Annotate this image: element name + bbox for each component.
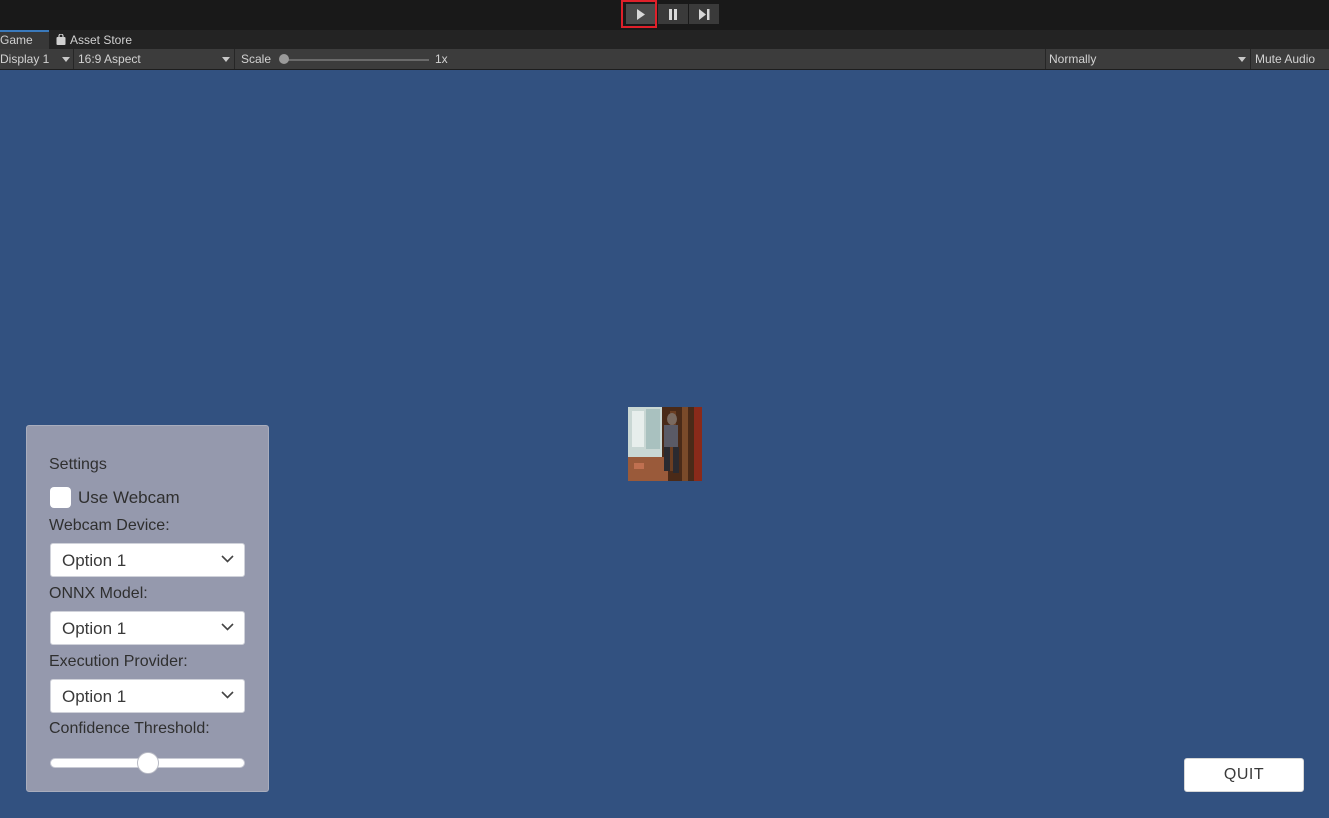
tab-asset-store-label: Asset Store bbox=[70, 32, 133, 47]
execution-provider-dropdown[interactable]: Option 1 bbox=[50, 679, 245, 713]
webcam-device-value: Option 1 bbox=[62, 551, 127, 570]
step-button[interactable] bbox=[689, 4, 719, 24]
divider bbox=[1045, 49, 1046, 69]
play-mode-label: Normally bbox=[1049, 52, 1097, 66]
display-dropdown-label: Display 1 bbox=[0, 52, 50, 66]
tab-bar: Game Asset Store bbox=[0, 30, 1329, 49]
chevron-down-icon bbox=[221, 691, 234, 699]
tab-game-label: Game bbox=[0, 33, 33, 47]
webcam-device-dropdown[interactable]: Option 1 bbox=[50, 543, 245, 577]
settings-title: Settings bbox=[49, 456, 107, 473]
divider bbox=[73, 49, 74, 69]
scale-slider-track[interactable] bbox=[284, 59, 429, 61]
play-mode-dropdown[interactable]: Normally bbox=[1049, 49, 1249, 69]
game-view-toolbar: Display 1 16:9 Aspect Scale 1x Normally … bbox=[0, 49, 1329, 70]
tab-game[interactable]: Game bbox=[0, 30, 49, 49]
settings-panel: Settings Use Webcam Webcam Device: Optio… bbox=[26, 425, 269, 792]
chevron-down-icon bbox=[221, 623, 234, 631]
shopping-bag-icon bbox=[56, 34, 66, 45]
play-toolbar bbox=[0, 0, 1329, 30]
quit-button[interactable]: QUIT bbox=[1184, 758, 1304, 792]
step-icon bbox=[698, 8, 709, 20]
use-webcam-checkbox[interactable] bbox=[50, 487, 71, 508]
divider bbox=[234, 49, 235, 69]
use-webcam-label: Use Webcam bbox=[78, 488, 180, 507]
scale-value: 1x bbox=[435, 52, 448, 66]
play-button-highlight bbox=[621, 0, 657, 28]
chevron-down-icon bbox=[1238, 57, 1246, 62]
mute-audio-toggle[interactable]: Mute Audio bbox=[1255, 49, 1315, 69]
chevron-down-icon bbox=[62, 57, 70, 62]
aspect-dropdown-label: 16:9 Aspect bbox=[78, 52, 141, 66]
tab-asset-store[interactable]: Asset Store bbox=[56, 30, 132, 49]
confidence-threshold-label: Confidence Threshold: bbox=[49, 720, 210, 737]
scale-label: Scale bbox=[241, 52, 272, 66]
input-image bbox=[628, 407, 702, 481]
onnx-model-label: ONNX Model: bbox=[49, 585, 148, 602]
pause-button[interactable] bbox=[658, 4, 688, 24]
quit-label: QUIT bbox=[1223, 766, 1265, 783]
webcam-device-label: Webcam Device: bbox=[49, 517, 170, 534]
chevron-down-icon bbox=[221, 555, 234, 563]
onnx-model-dropdown[interactable]: Option 1 bbox=[50, 611, 245, 645]
display-dropdown[interactable]: Display 1 bbox=[0, 49, 72, 69]
onnx-model-value: Option 1 bbox=[62, 619, 127, 638]
confidence-slider-handle[interactable] bbox=[136, 752, 159, 774]
scale-slider-handle[interactable] bbox=[279, 54, 289, 64]
chevron-down-icon bbox=[222, 57, 230, 62]
aspect-dropdown[interactable]: 16:9 Aspect bbox=[78, 49, 233, 69]
execution-provider-label: Execution Provider: bbox=[49, 653, 188, 670]
pause-icon bbox=[669, 8, 677, 20]
execution-provider-value: Option 1 bbox=[62, 687, 127, 706]
divider bbox=[1250, 49, 1251, 69]
